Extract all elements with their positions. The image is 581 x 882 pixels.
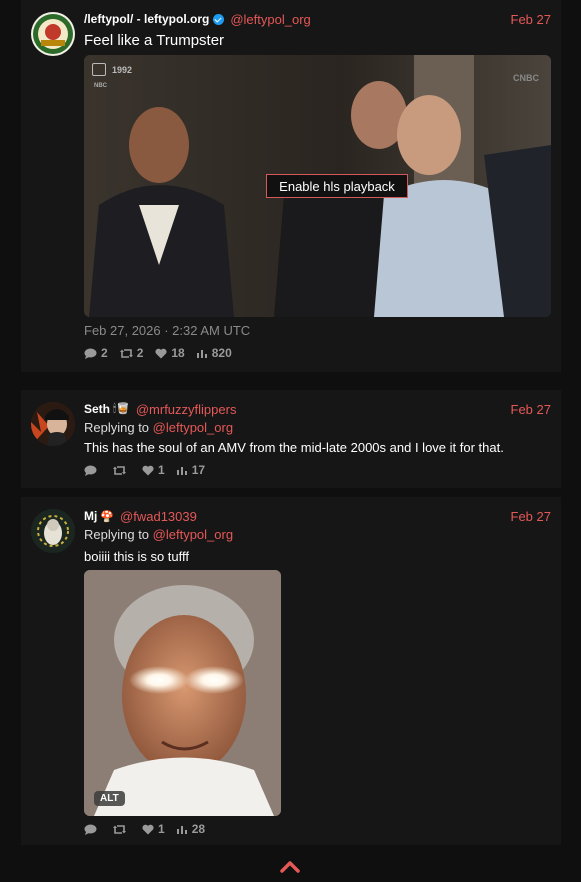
- verified-icon: [213, 13, 225, 25]
- reply-stat[interactable]: [84, 465, 101, 476]
- mj-avatar[interactable]: [31, 509, 75, 553]
- view-count: 28: [191, 822, 206, 836]
- author-handle[interactable]: @leftypol_org: [230, 12, 310, 27]
- post-date[interactable]: Feb 27: [511, 12, 551, 27]
- post-timestamp[interactable]: Feb 27, 2026 · 2:32 AM UTC: [84, 323, 250, 338]
- views-icon: [176, 467, 187, 475]
- retweet-stat[interactable]: 2: [119, 346, 144, 360]
- views-stat[interactable]: 17: [176, 463, 206, 477]
- video-year: 1992: [112, 65, 133, 75]
- post-date[interactable]: Feb 27: [511, 509, 551, 524]
- comment-icon: [84, 465, 97, 476]
- reply-card: Mj 🍄 @fwad13039 Feb 27 Replying to @left…: [21, 497, 561, 845]
- enable-hls-button[interactable]: Enable hls playback: [266, 174, 408, 198]
- reply-count: 2: [101, 346, 108, 360]
- display-name-emoji: 🕯🥃: [113, 403, 130, 415]
- view-count: 820: [211, 346, 232, 360]
- author-name[interactable]: Seth: [84, 402, 110, 416]
- cnbc-logo-watermark: CNBC: [513, 73, 539, 83]
- post-stats: 1 17: [84, 463, 217, 477]
- views-icon: [196, 350, 207, 358]
- reply-stat[interactable]: [84, 824, 101, 835]
- views-stat[interactable]: 28: [176, 822, 206, 836]
- post-stats: 1 28: [84, 822, 217, 836]
- like-count: 1: [158, 822, 165, 836]
- like-stat[interactable]: 1: [142, 463, 165, 477]
- replying-prefix: Replying to: [84, 527, 153, 542]
- like-stat[interactable]: 18: [155, 346, 185, 360]
- scroll-to-top-chevron-icon[interactable]: [280, 860, 300, 874]
- author-name[interactable]: /leftypol/ - leftypol.org: [84, 12, 209, 26]
- retweet-icon: [119, 348, 133, 358]
- heart-icon: [155, 348, 167, 358]
- author-handle[interactable]: @fwad13039: [120, 509, 197, 524]
- like-count: 1: [158, 463, 165, 477]
- main-post-card: /leftypol/ - leftypol.org @leftypol_org …: [21, 0, 561, 372]
- post-text: boiiii this is so tufff: [84, 549, 190, 564]
- leftypol-avatar[interactable]: [31, 12, 75, 56]
- retweet-icon: [113, 824, 126, 834]
- replying-to-handle[interactable]: @leftypol_org: [153, 420, 233, 435]
- video-network: NBC: [94, 83, 107, 89]
- views-stat[interactable]: 820: [196, 346, 232, 360]
- retweet-stat[interactable]: [113, 824, 130, 835]
- views-icon: [176, 826, 187, 834]
- reply-stat[interactable]: 2: [84, 346, 108, 360]
- like-count: 18: [171, 346, 185, 360]
- retweet-icon: [113, 465, 126, 475]
- post-date[interactable]: Feb 27: [511, 402, 551, 417]
- author-name[interactable]: Mj: [84, 509, 97, 523]
- comment-icon: [84, 824, 97, 835]
- author-handle[interactable]: @mrfuzzyflippers: [136, 402, 237, 417]
- post-text: This has the soul of an AMV from the mid…: [84, 440, 504, 455]
- replying-prefix: Replying to: [84, 420, 153, 435]
- retweet-stat[interactable]: [113, 465, 130, 476]
- display-name-emoji: 🍄: [100, 510, 115, 523]
- reply-card: Seth 🕯🥃 @mrfuzzyflippers Feb 27 Replying…: [21, 390, 561, 488]
- seth-avatar[interactable]: [31, 402, 75, 446]
- heart-icon: [142, 824, 154, 834]
- calendar-icon: [92, 63, 106, 76]
- heart-icon: [142, 465, 154, 475]
- comment-icon: [84, 348, 97, 359]
- replying-to: Replying to @leftypol_org: [84, 527, 233, 542]
- alt-text-badge[interactable]: ALT: [94, 791, 125, 806]
- replying-to: Replying to @leftypol_org: [84, 420, 233, 435]
- attached-image[interactable]: ALT: [84, 570, 281, 816]
- post-stats: 2 2 18 820: [84, 346, 244, 360]
- like-stat[interactable]: 1: [142, 822, 165, 836]
- view-count: 17: [191, 463, 206, 477]
- retweet-count: 2: [136, 346, 144, 360]
- replying-to-handle[interactable]: @leftypol_org: [153, 527, 233, 542]
- post-text: Feel like a Trumpster: [84, 32, 225, 49]
